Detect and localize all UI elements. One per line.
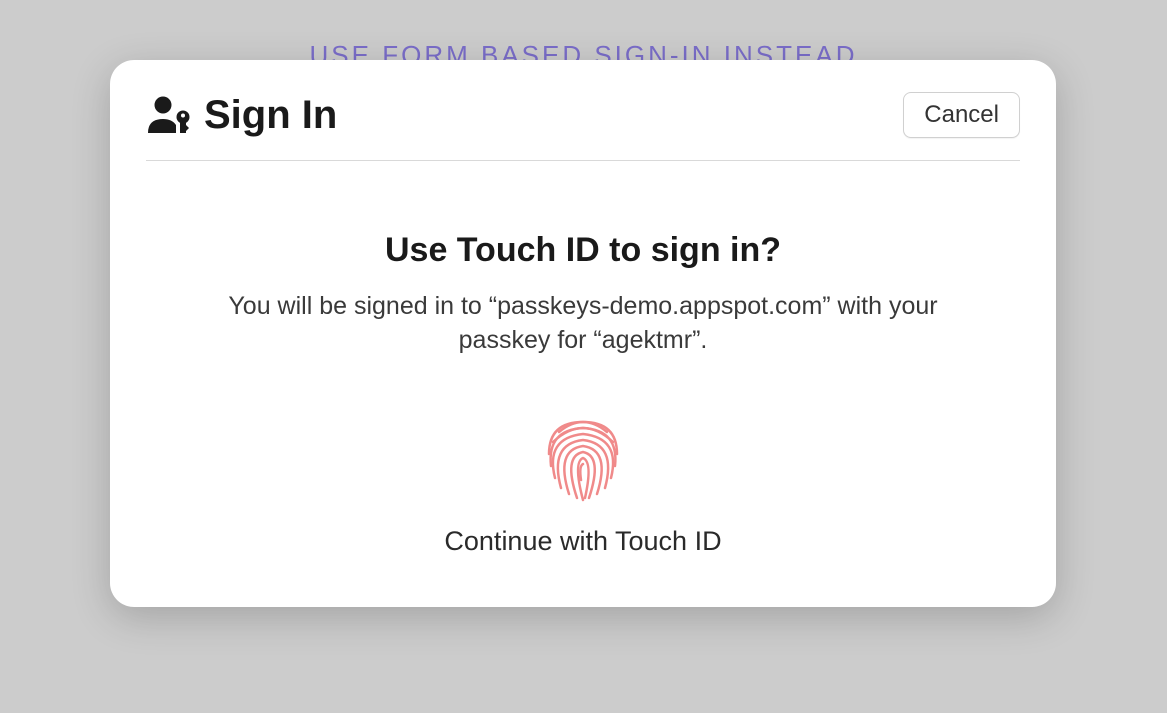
touchid-prompt-heading: Use Touch ID to sign in? xyxy=(146,231,1020,270)
continue-touchid-label: Continue with Touch ID xyxy=(444,526,721,557)
dialog-body: Use Touch ID to sign in? You will be sig… xyxy=(146,161,1020,557)
dialog-header: Sign In Cancel xyxy=(146,92,1020,161)
cancel-button[interactable]: Cancel xyxy=(903,92,1020,138)
touchid-prompt-description: You will be signed in to “passkeys-demo.… xyxy=(203,290,963,358)
passkey-icon xyxy=(146,95,194,135)
fingerprint-icon xyxy=(535,408,631,504)
dialog-title: Sign In xyxy=(204,93,337,138)
dialog-title-group: Sign In xyxy=(146,93,337,138)
touchid-action[interactable]: Continue with Touch ID xyxy=(146,408,1020,557)
signin-dialog: Sign In Cancel Use Touch ID to sign in? … xyxy=(110,60,1056,607)
